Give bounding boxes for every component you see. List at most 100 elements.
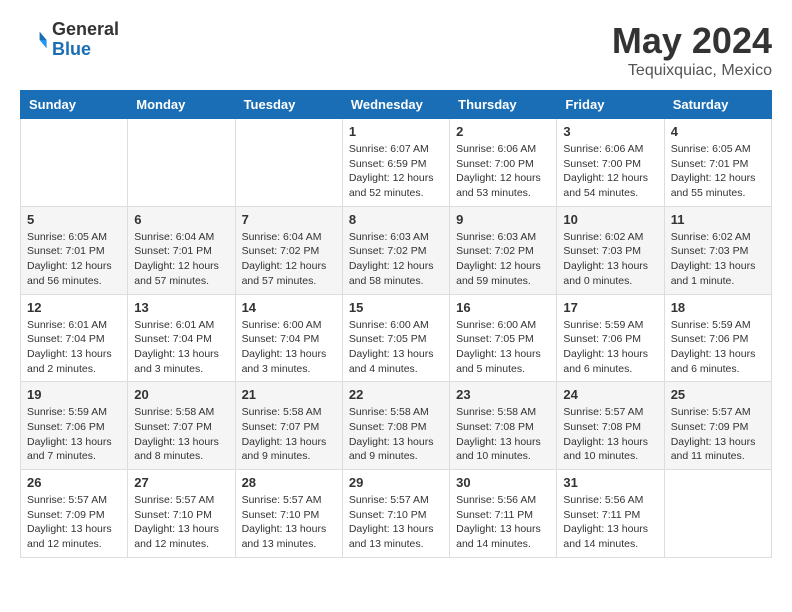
day-info: Sunrise: 5:59 AM Sunset: 7:06 PM Dayligh… bbox=[27, 405, 121, 464]
day-info: Sunrise: 6:05 AM Sunset: 7:01 PM Dayligh… bbox=[671, 142, 765, 201]
day-number: 6 bbox=[134, 212, 228, 227]
day-number: 12 bbox=[27, 300, 121, 315]
calendar-cell: 30Sunrise: 5:56 AM Sunset: 7:11 PM Dayli… bbox=[450, 470, 557, 558]
calendar-week-row: 5 Sunrise: 6:05 AM Sunset: 7:01 PM Daylig… bbox=[21, 206, 772, 294]
day-number: 31 bbox=[563, 475, 657, 490]
calendar-cell: 31 Sunrise: 5:56 AM Sunset: 7:11 PM Dayli… bbox=[557, 470, 664, 558]
day-number: 2 bbox=[456, 124, 550, 139]
weekday-header-saturday: Saturday bbox=[664, 91, 771, 119]
day-info: Sunrise: 5:59 AM Sunset: 7:06 PM Dayligh… bbox=[563, 318, 657, 377]
day-number: 26 bbox=[27, 475, 121, 490]
day-number: 18 bbox=[671, 300, 765, 315]
day-number: 15 bbox=[349, 300, 443, 315]
day-info: Sunrise: 5:57 AM Sunset: 7:10 PM Dayligh… bbox=[349, 493, 443, 552]
day-number: 29 bbox=[349, 475, 443, 490]
calendar-cell: 5 Sunrise: 6:05 AM Sunset: 7:01 PM Daylig… bbox=[21, 206, 128, 294]
day-number: 10 bbox=[563, 212, 657, 227]
day-number: 19 bbox=[27, 387, 121, 402]
calendar-cell: 19 Sunrise: 5:59 AM Sunset: 7:06 PM Dayli… bbox=[21, 382, 128, 470]
day-number: 3 bbox=[563, 124, 657, 139]
calendar-cell: 3 Sunrise: 6:06 AM Sunset: 7:00 PM Daylig… bbox=[557, 119, 664, 207]
day-info: Sunrise: 5:58 AM Sunset: 7:08 PM Dayligh… bbox=[456, 405, 550, 464]
calendar-table: SundayMondayTuesdayWednesdayThursdayFrid… bbox=[20, 90, 772, 558]
day-number: 17 bbox=[563, 300, 657, 315]
day-number: 25 bbox=[671, 387, 765, 402]
weekday-header-wednesday: Wednesday bbox=[342, 91, 449, 119]
calendar-cell: 7 Sunrise: 6:04 AM Sunset: 7:02 PM Daylig… bbox=[235, 206, 342, 294]
calendar-cell bbox=[664, 470, 771, 558]
day-number: 22 bbox=[349, 387, 443, 402]
day-number: 16 bbox=[456, 300, 550, 315]
day-info: Sunrise: 5:58 AM Sunset: 7:07 PM Dayligh… bbox=[242, 405, 336, 464]
day-info: Sunrise: 5:58 AM Sunset: 7:07 PM Dayligh… bbox=[134, 405, 228, 464]
day-info: Sunrise: 6:03 AM Sunset: 7:02 PM Dayligh… bbox=[456, 230, 550, 289]
calendar-cell: 1 Sunrise: 6:07 AM Sunset: 6:59 PM Daylig… bbox=[342, 119, 449, 207]
day-number: 8 bbox=[349, 212, 443, 227]
calendar-week-row: 1 Sunrise: 6:07 AM Sunset: 6:59 PM Daylig… bbox=[21, 119, 772, 207]
calendar-cell: 28Sunrise: 5:57 AM Sunset: 7:10 PM Dayli… bbox=[235, 470, 342, 558]
page-header: General Blue May 2024 Tequixquiac, Mexic… bbox=[20, 20, 772, 80]
logo-text: General Blue bbox=[52, 20, 119, 60]
day-info: Sunrise: 6:01 AM Sunset: 7:04 PM Dayligh… bbox=[27, 318, 121, 377]
location-subtitle: Tequixquiac, Mexico bbox=[612, 62, 772, 80]
calendar-cell: 6 Sunrise: 6:04 AM Sunset: 7:01 PM Daylig… bbox=[128, 206, 235, 294]
calendar-cell: 27 Sunrise: 5:57 AM Sunset: 7:10 PM Dayli… bbox=[128, 470, 235, 558]
weekday-header-sunday: Sunday bbox=[21, 91, 128, 119]
calendar-week-row: 19 Sunrise: 5:59 AM Sunset: 7:06 PM Dayli… bbox=[21, 382, 772, 470]
logo-blue: Blue bbox=[52, 40, 119, 60]
calendar-cell: 11Sunrise: 6:02 AM Sunset: 7:03 PM Dayli… bbox=[664, 206, 771, 294]
day-number: 23 bbox=[456, 387, 550, 402]
day-info: Sunrise: 6:06 AM Sunset: 7:00 PM Dayligh… bbox=[563, 142, 657, 201]
day-info: Sunrise: 5:57 AM Sunset: 7:10 PM Dayligh… bbox=[134, 493, 228, 552]
calendar-cell bbox=[21, 119, 128, 207]
day-info: Sunrise: 5:57 AM Sunset: 7:08 PM Dayligh… bbox=[563, 405, 657, 464]
month-year-title: May 2024 bbox=[612, 20, 772, 62]
calendar-week-row: 26 Sunrise: 5:57 AM Sunset: 7:09 PM Dayli… bbox=[21, 470, 772, 558]
day-info: Sunrise: 6:05 AM Sunset: 7:01 PM Dayligh… bbox=[27, 230, 121, 289]
calendar-cell: 24Sunrise: 5:57 AM Sunset: 7:08 PM Dayli… bbox=[557, 382, 664, 470]
day-info: Sunrise: 6:04 AM Sunset: 7:01 PM Dayligh… bbox=[134, 230, 228, 289]
day-info: Sunrise: 6:00 AM Sunset: 7:05 PM Dayligh… bbox=[349, 318, 443, 377]
calendar-cell bbox=[235, 119, 342, 207]
day-info: Sunrise: 6:00 AM Sunset: 7:04 PM Dayligh… bbox=[242, 318, 336, 377]
day-info: Sunrise: 6:07 AM Sunset: 6:59 PM Dayligh… bbox=[349, 142, 443, 201]
day-info: Sunrise: 5:58 AM Sunset: 7:08 PM Dayligh… bbox=[349, 405, 443, 464]
weekday-header-thursday: Thursday bbox=[450, 91, 557, 119]
day-number: 7 bbox=[242, 212, 336, 227]
calendar-cell: 26 Sunrise: 5:57 AM Sunset: 7:09 PM Dayli… bbox=[21, 470, 128, 558]
calendar-cell: 29 Sunrise: 5:57 AM Sunset: 7:10 PM Dayli… bbox=[342, 470, 449, 558]
title-block: May 2024 Tequixquiac, Mexico bbox=[612, 20, 772, 80]
day-info: Sunrise: 6:01 AM Sunset: 7:04 PM Dayligh… bbox=[134, 318, 228, 377]
day-number: 27 bbox=[134, 475, 228, 490]
calendar-cell: 9 Sunrise: 6:03 AM Sunset: 7:02 PM Daylig… bbox=[450, 206, 557, 294]
calendar-cell: 15 Sunrise: 6:00 AM Sunset: 7:05 PM Dayli… bbox=[342, 294, 449, 382]
calendar-cell: 8Sunrise: 6:03 AM Sunset: 7:02 PM Daylig… bbox=[342, 206, 449, 294]
day-number: 21 bbox=[242, 387, 336, 402]
day-info: Sunrise: 5:57 AM Sunset: 7:09 PM Dayligh… bbox=[671, 405, 765, 464]
weekday-header-friday: Friday bbox=[557, 91, 664, 119]
day-number: 28 bbox=[242, 475, 336, 490]
day-info: Sunrise: 6:00 AM Sunset: 7:05 PM Dayligh… bbox=[456, 318, 550, 377]
day-info: Sunrise: 6:02 AM Sunset: 7:03 PM Dayligh… bbox=[671, 230, 765, 289]
weekday-header-tuesday: Tuesday bbox=[235, 91, 342, 119]
calendar-cell: 16 Sunrise: 6:00 AM Sunset: 7:05 PM Dayli… bbox=[450, 294, 557, 382]
calendar-cell: 18 Sunrise: 5:59 AM Sunset: 7:06 PM Dayli… bbox=[664, 294, 771, 382]
day-info: Sunrise: 5:59 AM Sunset: 7:06 PM Dayligh… bbox=[671, 318, 765, 377]
day-number: 20 bbox=[134, 387, 228, 402]
logo-general: General bbox=[52, 20, 119, 40]
calendar-cell: 22 Sunrise: 5:58 AM Sunset: 7:08 PM Dayli… bbox=[342, 382, 449, 470]
day-number: 1 bbox=[349, 124, 443, 139]
day-info: Sunrise: 5:57 AM Sunset: 7:09 PM Dayligh… bbox=[27, 493, 121, 552]
day-info: Sunrise: 6:04 AM Sunset: 7:02 PM Dayligh… bbox=[242, 230, 336, 289]
day-number: 13 bbox=[134, 300, 228, 315]
logo: General Blue bbox=[20, 20, 119, 60]
calendar-cell: 17 Sunrise: 5:59 AM Sunset: 7:06 PM Dayli… bbox=[557, 294, 664, 382]
day-info: Sunrise: 5:56 AM Sunset: 7:11 PM Dayligh… bbox=[563, 493, 657, 552]
day-info: Sunrise: 6:02 AM Sunset: 7:03 PM Dayligh… bbox=[563, 230, 657, 289]
calendar-cell: 20 Sunrise: 5:58 AM Sunset: 7:07 PM Dayli… bbox=[128, 382, 235, 470]
calendar-week-row: 12 Sunrise: 6:01 AM Sunset: 7:04 PM Dayli… bbox=[21, 294, 772, 382]
day-number: 5 bbox=[27, 212, 121, 227]
weekday-header-monday: Monday bbox=[128, 91, 235, 119]
calendar-cell bbox=[128, 119, 235, 207]
day-number: 9 bbox=[456, 212, 550, 227]
